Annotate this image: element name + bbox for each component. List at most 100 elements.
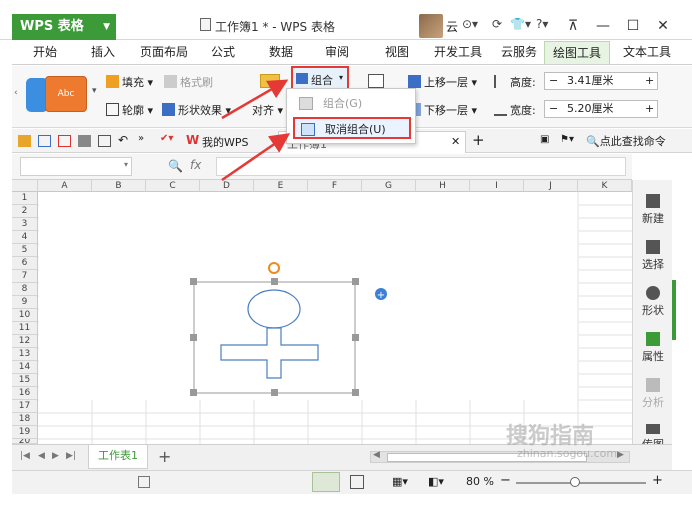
tab-cloud[interactable]: 云服务: [494, 41, 544, 64]
ellipse-shape[interactable]: [247, 289, 301, 329]
app-menu-button[interactable]: WPS 表格 ▼: [12, 14, 116, 40]
outline-button[interactable]: 轮廓 ▾: [106, 102, 153, 118]
open-icon[interactable]: [18, 135, 31, 147]
more-icon[interactable]: »: [138, 133, 144, 144]
help-icon[interactable]: ?▾: [536, 17, 548, 31]
width-decrement-button[interactable]: −: [549, 101, 558, 117]
tab-drawing-tools[interactable]: 绘图工具: [544, 41, 610, 64]
zoom-level[interactable]: 80 %: [466, 475, 494, 488]
tab-formula[interactable]: 公式: [204, 41, 242, 64]
tab-review[interactable]: 审阅: [318, 41, 356, 64]
fill-button[interactable]: 填充 ▾: [106, 74, 153, 90]
sidebar-item-properties[interactable]: 属性: [633, 332, 673, 364]
width-value[interactable]: 5.20厘米: [567, 101, 614, 117]
macro-icon[interactable]: [138, 476, 150, 488]
new-tab-button[interactable]: +: [472, 131, 485, 149]
shape-group-overlay: +: [190, 262, 387, 396]
tab-page-layout[interactable]: 页面布局: [134, 41, 194, 64]
window-title: 工作簿1 * - WPS 表格: [215, 20, 335, 34]
customize-icon[interactable]: ✔▾: [160, 133, 173, 144]
flag-icon[interactable]: ⚑▾: [560, 134, 574, 145]
minimize-button[interactable]: —: [590, 14, 616, 38]
pane-collapse-handle[interactable]: [672, 280, 676, 340]
sidebar-item-new[interactable]: 新建: [633, 194, 673, 226]
height-stepper[interactable]: − 3.41厘米 +: [544, 72, 658, 90]
formula-input[interactable]: [216, 157, 626, 176]
close-button[interactable]: ✕: [650, 14, 676, 38]
rotate-handle[interactable]: [268, 262, 280, 274]
bring-forward-button[interactable]: 上移一层 ▾: [408, 74, 477, 90]
scroll-right-icon[interactable]: ▶: [617, 450, 624, 460]
sidebar-item-analysis[interactable]: 分析: [633, 378, 673, 410]
eye-protection-button[interactable]: ◧▾: [428, 475, 444, 488]
width-stepper[interactable]: − 5.20厘米 +: [544, 100, 658, 118]
tab-developer[interactable]: 开发工具: [428, 41, 488, 64]
sidebar-item-shape[interactable]: 形状: [633, 286, 673, 318]
height-decrement-button[interactable]: −: [549, 73, 558, 89]
sidebar-item-select[interactable]: 选择: [633, 240, 673, 272]
tab-data[interactable]: 数据: [262, 41, 300, 64]
page-break-view-button[interactable]: [350, 475, 364, 489]
tab-view[interactable]: 视图: [378, 41, 416, 64]
shape-style-preview-orange[interactable]: Abc: [45, 76, 87, 112]
search-command[interactable]: 🔍点此查找命令: [586, 133, 666, 149]
normal-view-button[interactable]: [312, 472, 340, 492]
close-tab-icon[interactable]: ✕: [451, 135, 460, 148]
my-wps-tab[interactable]: 我的WPS: [202, 134, 249, 150]
print-icon[interactable]: [78, 135, 91, 147]
first-sheet-icon[interactable]: |◀: [20, 451, 30, 461]
zoom-in-button[interactable]: +: [652, 473, 663, 488]
menu-item-ungroup[interactable]: 取消组合(U): [293, 117, 411, 139]
name-box[interactable]: ▾: [20, 157, 132, 176]
width-increment-button[interactable]: +: [645, 101, 654, 117]
zoom-slider[interactable]: [516, 477, 646, 487]
sync-icon[interactable]: ⟳: [492, 17, 502, 31]
zoom-out-button[interactable]: −: [500, 473, 511, 488]
select-icon: [646, 240, 660, 254]
next-sheet-icon[interactable]: ▶: [52, 451, 59, 461]
zoom-icon[interactable]: 🔍: [168, 159, 183, 173]
doc-icon[interactable]: ▣: [540, 134, 549, 145]
fx-button[interactable]: fx: [190, 158, 201, 172]
scroll-left-icon[interactable]: ‹: [14, 88, 18, 98]
align-button[interactable]: 对齐 ▾: [252, 102, 283, 118]
cross-shape[interactable]: [220, 327, 319, 379]
more-styles-icon[interactable]: ▾: [92, 86, 97, 96]
tab-home[interactable]: 开始: [26, 41, 64, 64]
scroll-left-icon[interactable]: ◀: [373, 450, 380, 460]
prev-sheet-icon[interactable]: ◀: [38, 451, 45, 461]
height-value[interactable]: 3.41厘米: [567, 73, 614, 89]
reading-mode-button[interactable]: ▦▾: [392, 475, 408, 488]
ungroup-icon: [301, 123, 315, 136]
spreadsheet-grid[interactable]: A B C D E F G H I J K 1 2 3 4 5 6 7 8 9 …: [12, 180, 632, 444]
last-sheet-icon[interactable]: ▶|: [66, 451, 76, 461]
print-preview-icon[interactable]: [98, 135, 111, 147]
user-name[interactable]: 云: [446, 18, 458, 35]
shape-icon: [646, 286, 660, 300]
ribbon-toggle-button[interactable]: ⊼: [560, 14, 586, 38]
height-increment-button[interactable]: +: [645, 73, 654, 89]
menu-item-group[interactable]: 组合(G): [293, 93, 411, 115]
avatar[interactable]: [419, 14, 443, 38]
new-icon: [646, 194, 660, 208]
brush-icon: [164, 75, 177, 88]
sheet-tab[interactable]: 工作表1: [88, 445, 148, 469]
status-icon[interactable]: ⊙▾: [462, 17, 478, 31]
app-name: WPS 表格: [20, 19, 84, 34]
tab-insert[interactable]: 插入: [84, 41, 122, 64]
format-brush-button[interactable]: 格式刷: [164, 74, 213, 90]
selection-pane-icon[interactable]: [368, 74, 384, 88]
save-icon[interactable]: [38, 135, 51, 147]
watermark-url: zhinan.sogou.com: [517, 447, 618, 460]
skin-icon[interactable]: 👕▾: [510, 17, 531, 31]
align-icon[interactable]: [260, 74, 280, 88]
add-sheet-button[interactable]: +: [158, 447, 171, 466]
maximize-button[interactable]: ☐: [620, 14, 646, 38]
group-button[interactable]: 组合 ▾: [291, 66, 349, 90]
shape-effects-button[interactable]: 形状效果 ▾: [162, 102, 231, 118]
tab-text-tools[interactable]: 文本工具: [616, 41, 678, 64]
export-pdf-icon[interactable]: [58, 135, 71, 147]
send-backward-button[interactable]: 下移一层 ▾: [408, 102, 477, 118]
zoom-slider-thumb[interactable]: [570, 477, 580, 487]
undo-icon[interactable]: ↶: [118, 133, 128, 147]
